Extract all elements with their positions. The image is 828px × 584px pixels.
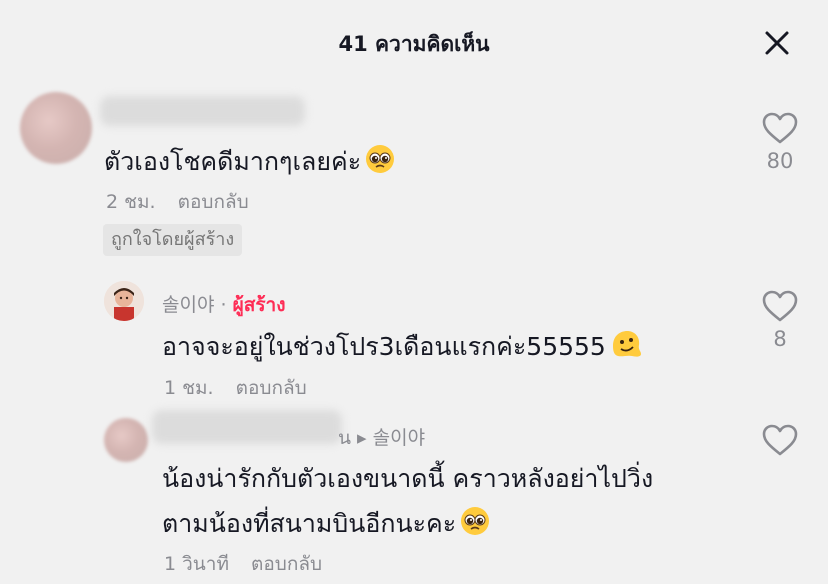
username-blurred <box>152 410 342 444</box>
comments-count-title: 41 ความคิดเห็น <box>338 32 490 56</box>
reply-arrow-icon: ▸ <box>357 427 367 449</box>
comments-sheet: 41 ความคิดเห็น ตัวเองโชคดีมากๆเลยค่ะ 2 ช… <box>0 0 828 584</box>
close-icon <box>765 31 789 55</box>
avatar[interactable] <box>20 92 92 164</box>
melting-face-emoji <box>610 329 642 365</box>
comment-meta: 2 ชม. ตอบกลับ <box>106 187 249 217</box>
liked-by-creator-badge: ถูกใจโดยผู้สร้าง <box>103 224 243 256</box>
separator-dot: · <box>220 294 227 316</box>
reply-button[interactable]: ตอบกลับ <box>236 377 307 399</box>
comments-header: 41 ความคิดเห็น <box>0 0 828 86</box>
comment-username: 솔이야 · ผู้สร้าง <box>162 290 285 320</box>
comment-text-content: ตัวเองโชคดีมากๆเลยค่ะ <box>104 147 362 176</box>
username-fragment: น <box>338 427 351 449</box>
username-blurred <box>100 96 305 126</box>
like-count: 80 <box>766 149 794 173</box>
avatar[interactable] <box>104 418 148 462</box>
reply-to-username[interactable]: 솔이야 <box>373 427 425 449</box>
creator-label: ผู้สร้าง <box>232 294 286 316</box>
pleading-face-emoji <box>460 506 490 542</box>
comment-text: ตัวเองโชคดีมากๆเลยค่ะ <box>104 142 395 182</box>
comment-text-content: อาจจะอยู่ในช่วงโปร3เดือนแรกค่ะ55555 <box>162 332 606 361</box>
heart-icon <box>762 112 798 144</box>
like-button[interactable]: 80 <box>760 112 800 173</box>
comment-time: 2 ชม. <box>106 191 156 213</box>
like-count: 8 <box>773 327 787 351</box>
comment-meta: 1 วินาที ตอบกลับ <box>164 549 322 579</box>
close-button[interactable] <box>760 26 794 60</box>
reply-button[interactable]: ตอบกลับ <box>178 191 249 213</box>
like-button[interactable]: 8 <box>760 290 800 351</box>
heart-icon <box>762 424 798 456</box>
comment-text-content: ตามน้องที่สนามบินอีกนะคะ <box>162 509 457 538</box>
reply-to-line: น ▸ 솔이야 <box>338 423 425 453</box>
comment-time: 1 วินาที <box>164 553 229 575</box>
comment-text: อาจจะอยู่ในช่วงโปร3เดือนแรกค่ะ55555 <box>162 327 642 367</box>
heart-icon <box>762 290 798 322</box>
comment-time: 1 ชม. <box>164 377 214 399</box>
comment-text: ตามน้องที่สนามบินอีกนะคะ <box>162 504 490 544</box>
comment-text-line-1: น้องน่ารักกับตัวเองขนาดนี้ คราวหลังอย่าไ… <box>162 464 654 493</box>
pleading-face-emoji <box>365 144 395 180</box>
username[interactable]: 솔이야 <box>162 294 214 316</box>
avatar[interactable] <box>104 281 144 321</box>
like-button[interactable] <box>760 424 800 457</box>
comment-meta: 1 ชม. ตอบกลับ <box>164 373 307 403</box>
reply-button[interactable]: ตอบกลับ <box>251 553 322 575</box>
